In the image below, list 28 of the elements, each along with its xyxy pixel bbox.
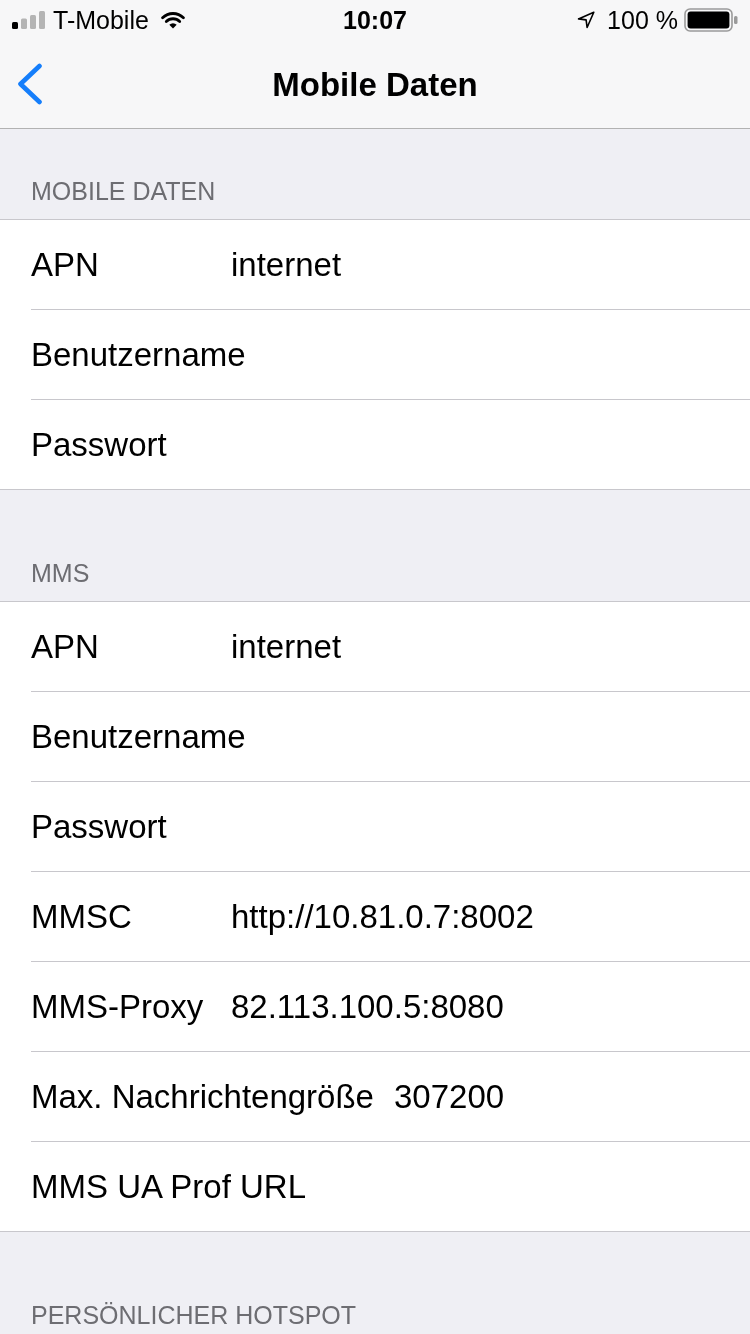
field-label: Max. Nachrichtengröße <box>31 1080 374 1113</box>
text-field[interactable]: internet <box>231 616 730 677</box>
section-header: MOBILE DATEN <box>31 179 216 204</box>
field-label: APN <box>31 630 100 663</box>
location-arrow-icon <box>577 11 596 29</box>
field-label: Benutzername <box>31 338 246 371</box>
nav-title: Mobile Daten <box>272 67 478 101</box>
battery-percentage: 100 % <box>607 7 678 33</box>
text-field[interactable]: internet <box>231 234 730 295</box>
field-label: Passwort <box>31 428 168 461</box>
text-field[interactable]: http://10.81.0.7:8002 <box>231 886 730 947</box>
battery-icon <box>684 8 738 32</box>
text-field[interactable]: 307200 <box>394 1066 730 1127</box>
field-label: MMS UA Prof URL <box>31 1170 307 1203</box>
carrier-name: T-Mobile <box>53 7 149 33</box>
field-label: Benutzername <box>31 720 246 753</box>
field-label: MMS-Proxy <box>31 990 205 1023</box>
field-label: MMSC <box>31 900 133 933</box>
wifi-icon <box>160 11 185 29</box>
field-label: Passwort <box>31 810 168 843</box>
signal-icon <box>12 11 46 29</box>
section-header: PERSÖNLICHER HOTSPOT <box>31 1303 357 1328</box>
back-button[interactable] <box>17 63 43 105</box>
text-field[interactable]: 82.113.100.5:8080 <box>231 976 730 1037</box>
field-label: APN <box>31 248 100 281</box>
chevron-left-icon <box>17 63 43 105</box>
section-header: MMS <box>31 561 90 586</box>
status-time: 10:07 <box>343 7 407 33</box>
